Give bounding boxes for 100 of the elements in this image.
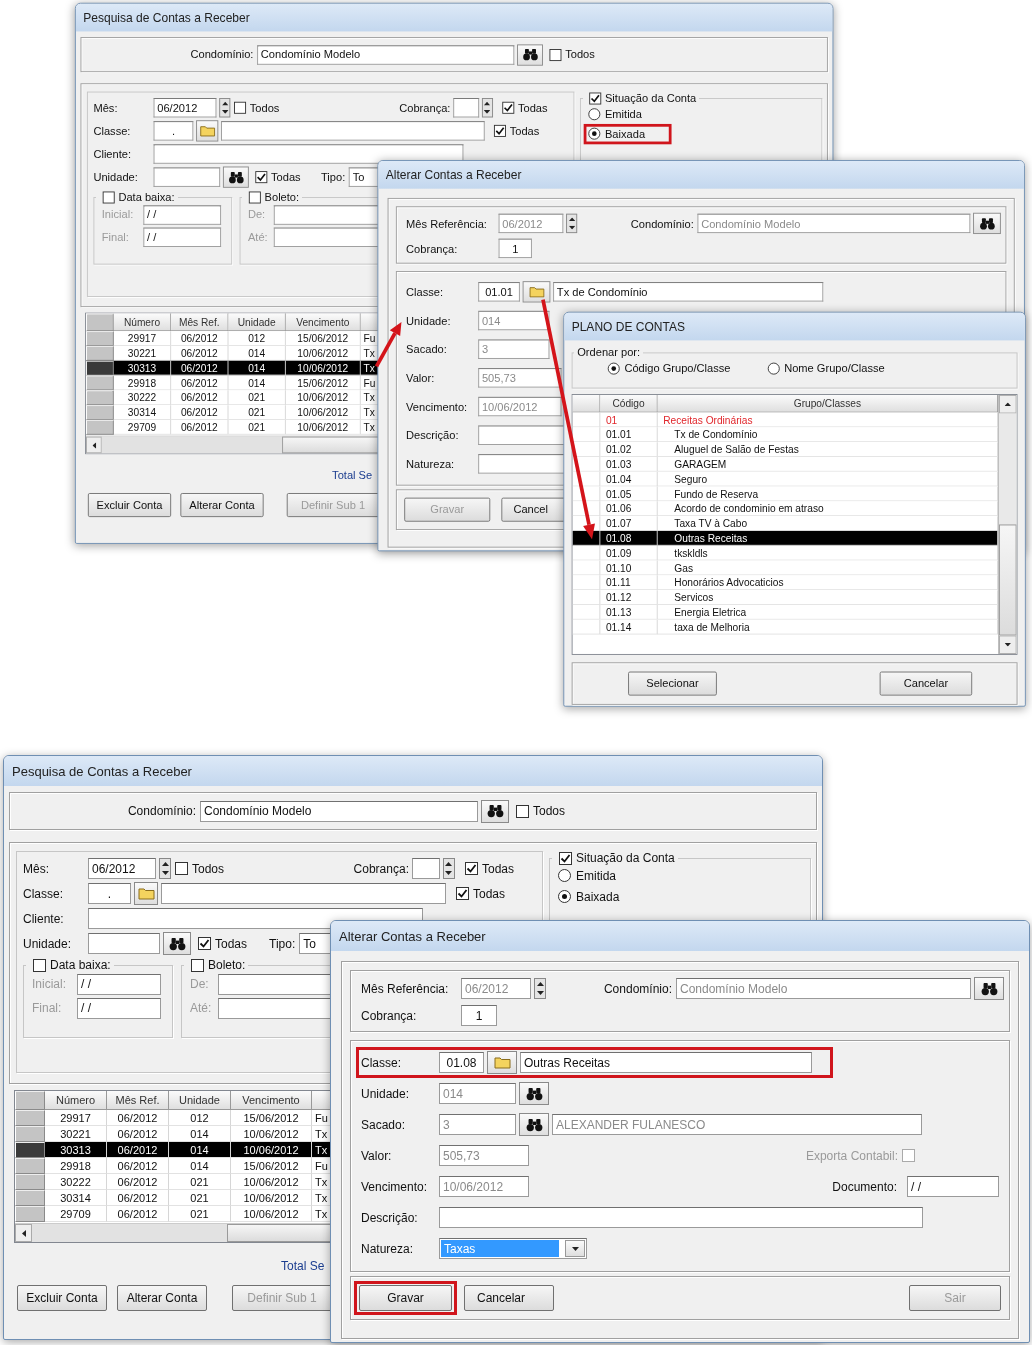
table-cell: 10/06/2012: [231, 1206, 312, 1222]
table-cell: 014: [228, 345, 286, 361]
table-cell: Tx de Condomínio: [657, 427, 999, 443]
table-cell: Taxa TV à Cabo: [657, 516, 999, 531]
field-label: Classe:: [23, 886, 63, 901]
table-cell: 30222: [113, 390, 172, 406]
window-title: Alterar Contas a Receber: [331, 921, 1029, 951]
field-label: Data baixa:: [118, 190, 175, 204]
field-label: Todas: [473, 886, 506, 901]
field-label: De:: [190, 977, 209, 991]
table-cell: 06/2012: [107, 1206, 169, 1222]
window-title: Pesquisa de Contas a Receber: [4, 756, 822, 786]
field-label: Condomínio:: [127, 804, 196, 818]
field-label: Todos: [192, 861, 225, 876]
table-cell: 01.06: [600, 501, 658, 517]
table-cell: 014: [228, 360, 286, 376]
table-cell: 01.12: [600, 590, 658, 605]
table-cell: GARAGEM: [657, 456, 999, 472]
field-label: Mês:: [23, 861, 49, 876]
field-label: Classe:: [93, 124, 131, 138]
table-cell: 06/2012: [171, 360, 229, 376]
field-label: Situação da Conta: [604, 91, 697, 105]
field-label: Todas: [517, 101, 548, 115]
field-label: Unidade:: [361, 1086, 410, 1101]
field-label: Todas: [271, 170, 301, 184]
field-label: Todas: [481, 861, 514, 876]
table-cell: Gas: [657, 560, 999, 576]
field-label: Todos: [565, 48, 595, 62]
table-cell: 014: [228, 375, 286, 391]
dropdown-value: Taxas: [441, 1240, 559, 1257]
table-cell: 01.04: [600, 471, 658, 487]
field-label: Condomínio:: [190, 48, 254, 62]
table-cell: 06/2012: [171, 345, 229, 361]
table-cell: 01.03: [600, 456, 658, 472]
field-label: Boleto:: [264, 190, 300, 204]
field-label: Cliente:: [23, 911, 64, 926]
table-cell: Acordo de condominio em atraso: [657, 501, 999, 517]
table-cell: 01.09: [600, 545, 658, 561]
field-label: Mês Referência:: [406, 216, 487, 230]
table-cell: 15/06/2012: [285, 331, 361, 346]
table-cell: 01.02: [600, 442, 658, 457]
table-cell: 29709: [45, 1206, 107, 1222]
table-cell: Servicos: [657, 590, 999, 605]
table-cell: 06/2012: [171, 390, 229, 406]
field-label: Cobrança:: [361, 1008, 417, 1023]
field-label: Todas: [215, 936, 248, 951]
field-label: Emitida: [604, 107, 642, 121]
table-cell: tkskldls: [657, 545, 999, 561]
field-label: Mês Referência:: [361, 981, 449, 996]
table-cell: 29917: [113, 331, 172, 346]
field-label: Cobrança:: [353, 861, 409, 876]
field-label: Código Grupo/Classe: [624, 361, 731, 375]
field-label: Natureza:: [361, 1241, 414, 1256]
table-cell: 10/06/2012: [285, 419, 361, 435]
table-cell: 01.01: [600, 427, 658, 443]
window-title: Alterar Contas a Receber: [378, 160, 1024, 189]
table-cell: 10/06/2012: [285, 405, 361, 420]
field-label: Classe:: [406, 285, 444, 299]
table-cell: taxa de Melhoria: [657, 619, 999, 635]
field-label: Inicial:: [32, 977, 66, 991]
field-label: Baixada: [576, 889, 620, 904]
field-label: Unidade:: [93, 170, 138, 184]
table-cell: Outras Receitas: [657, 530, 999, 546]
table-cell: 10/06/2012: [285, 390, 361, 406]
table-cell: 021: [169, 1206, 231, 1222]
table-cell: 30314: [113, 405, 172, 420]
table-cell: 15/06/2012: [285, 375, 361, 391]
window-title: Pesquisa de Contas a Receber: [75, 3, 833, 32]
field-label: Situação da Conta: [576, 851, 675, 865]
field-label: Condomínio:: [630, 216, 694, 230]
table-cell: 29709: [113, 419, 172, 435]
field-label: Unidade:: [23, 936, 72, 951]
field-label: Final:: [32, 1001, 62, 1015]
table-cell: 01: [600, 412, 658, 428]
table-cell: 29918: [113, 375, 172, 391]
table-cell: 01.05: [600, 486, 658, 502]
field-label: Boleto:: [208, 958, 246, 972]
field-label: Inicial:: [101, 208, 134, 222]
field-label: Cliente:: [93, 147, 132, 161]
field-label: Tipo:: [321, 170, 346, 184]
table-cell: 06/2012: [171, 405, 229, 420]
table-cell: 01.10: [600, 560, 658, 576]
field-label: Todos: [533, 804, 566, 818]
field-label: Descrição:: [361, 1210, 418, 1225]
table-cell: 021: [228, 405, 286, 420]
field-label: Natureza:: [406, 457, 455, 471]
field-label: Emitida: [576, 868, 616, 883]
table-cell: 10/06/2012: [285, 360, 361, 376]
table-cell: 30221: [113, 345, 172, 361]
table-cell: 012: [228, 331, 286, 346]
field-label: Valor:: [361, 1148, 392, 1163]
field-label: Mês:: [93, 101, 118, 115]
table-cell: 06/2012: [171, 375, 229, 391]
table-cell: Receitas Ordinárias: [657, 412, 999, 428]
field-label: Todos: [249, 101, 280, 115]
field-label: Classe:: [361, 1055, 401, 1070]
field-label: Ordenar por:: [577, 345, 641, 359]
table-cell: Honorários Advocaticios: [657, 575, 999, 591]
table-cell: 06/2012: [171, 331, 229, 346]
table-cell: 01.14: [600, 619, 658, 635]
